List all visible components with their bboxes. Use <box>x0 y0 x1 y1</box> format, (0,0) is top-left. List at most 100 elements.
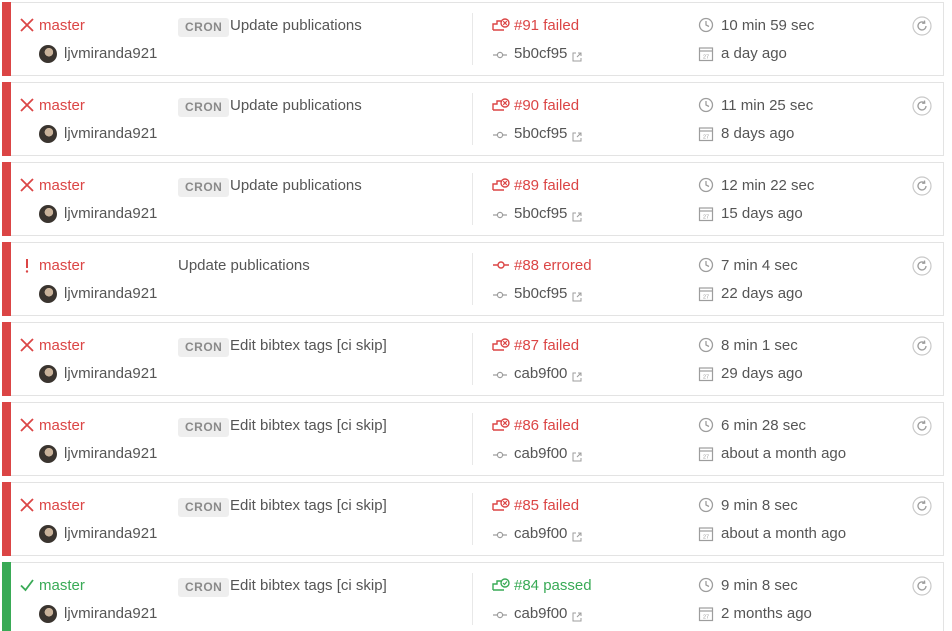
build-failed-icon <box>491 176 511 194</box>
external-link-icon[interactable] <box>572 49 582 62</box>
commit-icon <box>492 528 508 540</box>
author-name: ljvmiranda921 <box>64 605 158 622</box>
status-stripe <box>2 482 11 556</box>
build-duration: 7 min 4 sec <box>721 257 798 274</box>
clock-icon <box>698 497 714 513</box>
cron-badge: CRON <box>178 578 230 597</box>
build-number-status[interactable]: #91 failed <box>514 17 579 34</box>
build-number-status[interactable]: #89 failed <box>514 177 579 194</box>
commit-dot-icon <box>491 256 511 274</box>
commit-message[interactable]: Update publications <box>230 17 362 34</box>
restart-icon[interactable] <box>912 96 932 116</box>
svg-text:27: 27 <box>703 54 709 60</box>
build-row[interactable]: master ljvmiranda921 CRON Edit bibtex tags … <box>2 562 944 631</box>
branch-name[interactable]: master <box>39 417 85 434</box>
x-icon <box>18 176 36 194</box>
build-history-list: master ljvmiranda921 CRON Update publicatio… <box>2 2 944 631</box>
build-duration: 8 min 1 sec <box>721 337 798 354</box>
build-row[interactable]: master ljvmiranda921 Update publications #8… <box>2 242 944 316</box>
status-stripe <box>2 322 11 396</box>
build-row[interactable]: master ljvmiranda921 CRON Edit bibtex tags … <box>2 322 944 396</box>
external-link-icon[interactable] <box>572 209 582 222</box>
column-divider <box>472 93 473 145</box>
external-link-icon[interactable] <box>572 129 582 142</box>
commit-sha[interactable]: 5b0cf95 <box>514 285 567 302</box>
external-link-icon[interactable] <box>572 289 582 302</box>
commit-message[interactable]: Update publications <box>230 177 362 194</box>
branch-name[interactable]: master <box>39 97 85 114</box>
cron-badge: CRON <box>178 418 230 437</box>
commit-sha[interactable]: cab9f00 <box>514 525 567 542</box>
build-number-status[interactable]: #90 failed <box>514 97 579 114</box>
build-row[interactable]: master ljvmiranda921 CRON Edit bibtex tags … <box>2 482 944 556</box>
x-icon <box>18 416 36 434</box>
commit-sha[interactable]: 5b0cf95 <box>514 205 567 222</box>
commit-icon <box>492 208 508 220</box>
commit-sha[interactable]: cab9f00 <box>514 605 567 622</box>
commit-sha[interactable]: 5b0cf95 <box>514 125 567 142</box>
column-divider <box>472 413 473 465</box>
branch-name[interactable]: master <box>39 497 85 514</box>
restart-icon[interactable] <box>912 416 932 436</box>
author-name: ljvmiranda921 <box>64 365 158 382</box>
build-row[interactable]: master ljvmiranda921 CRON Edit bibtex tags … <box>2 402 944 476</box>
commit-message[interactable]: Update publications <box>230 97 362 114</box>
restart-icon[interactable] <box>912 176 932 196</box>
commit-icon <box>492 608 508 620</box>
restart-icon[interactable] <box>912 256 932 276</box>
build-number-status[interactable]: #84 passed <box>514 577 592 594</box>
restart-icon[interactable] <box>912 336 932 356</box>
build-row[interactable]: master ljvmiranda921 CRON Update publicatio… <box>2 82 944 156</box>
build-row[interactable]: master ljvmiranda921 CRON Update publicatio… <box>2 2 944 76</box>
avatar <box>39 445 57 463</box>
commit-message[interactable]: Edit bibtex tags [ci skip] <box>230 417 387 434</box>
column-divider <box>472 253 473 305</box>
restart-icon[interactable] <box>912 576 932 596</box>
build-row[interactable]: master ljvmiranda921 CRON Update publicatio… <box>2 162 944 236</box>
external-link-icon[interactable] <box>572 449 582 462</box>
commit-sha[interactable]: 5b0cf95 <box>514 45 567 62</box>
branch-name[interactable]: master <box>39 17 85 34</box>
external-link-icon[interactable] <box>572 369 582 382</box>
commit-message[interactable]: Update publications <box>178 257 310 274</box>
column-divider <box>472 573 473 625</box>
clock-icon <box>698 417 714 433</box>
x-icon <box>18 96 36 114</box>
author-name: ljvmiranda921 <box>64 45 158 62</box>
external-link-icon[interactable] <box>572 609 582 622</box>
build-duration: 9 min 8 sec <box>721 577 798 594</box>
status-stripe <box>2 82 11 156</box>
build-number-status[interactable]: #86 failed <box>514 417 579 434</box>
branch-name[interactable]: master <box>39 177 85 194</box>
clock-icon <box>698 577 714 593</box>
build-number-status[interactable]: #88 errored <box>514 257 592 274</box>
commit-message[interactable]: Edit bibtex tags [ci skip] <box>230 497 387 514</box>
branch-name[interactable]: master <box>39 577 85 594</box>
branch-name[interactable]: master <box>39 257 85 274</box>
build-failed-icon <box>491 336 511 354</box>
branch-name[interactable]: master <box>39 337 85 354</box>
status-stripe <box>2 2 11 76</box>
commit-icon <box>492 368 508 380</box>
commit-icon <box>492 448 508 460</box>
calendar-icon: 27 <box>698 286 714 302</box>
build-duration: 6 min 28 sec <box>721 417 807 434</box>
x-icon <box>18 496 36 514</box>
commit-message[interactable]: Edit bibtex tags [ci skip] <box>230 577 387 594</box>
commit-message[interactable]: Edit bibtex tags [ci skip] <box>230 337 387 354</box>
cron-badge: CRON <box>178 98 230 117</box>
build-number-status[interactable]: #85 failed <box>514 497 579 514</box>
restart-icon[interactable] <box>912 496 932 516</box>
build-failed-icon <box>491 96 511 114</box>
commit-icon <box>492 288 508 300</box>
external-link-icon[interactable] <box>572 529 582 542</box>
finished-ago: 29 days ago <box>721 365 803 382</box>
avatar <box>39 205 57 223</box>
svg-text:27: 27 <box>703 214 709 220</box>
commit-sha[interactable]: cab9f00 <box>514 445 567 462</box>
build-number-status[interactable]: #87 failed <box>514 337 579 354</box>
build-duration: 12 min 22 sec <box>721 177 815 194</box>
restart-icon[interactable] <box>912 16 932 36</box>
calendar-icon: 27 <box>698 606 714 622</box>
commit-sha[interactable]: cab9f00 <box>514 365 567 382</box>
